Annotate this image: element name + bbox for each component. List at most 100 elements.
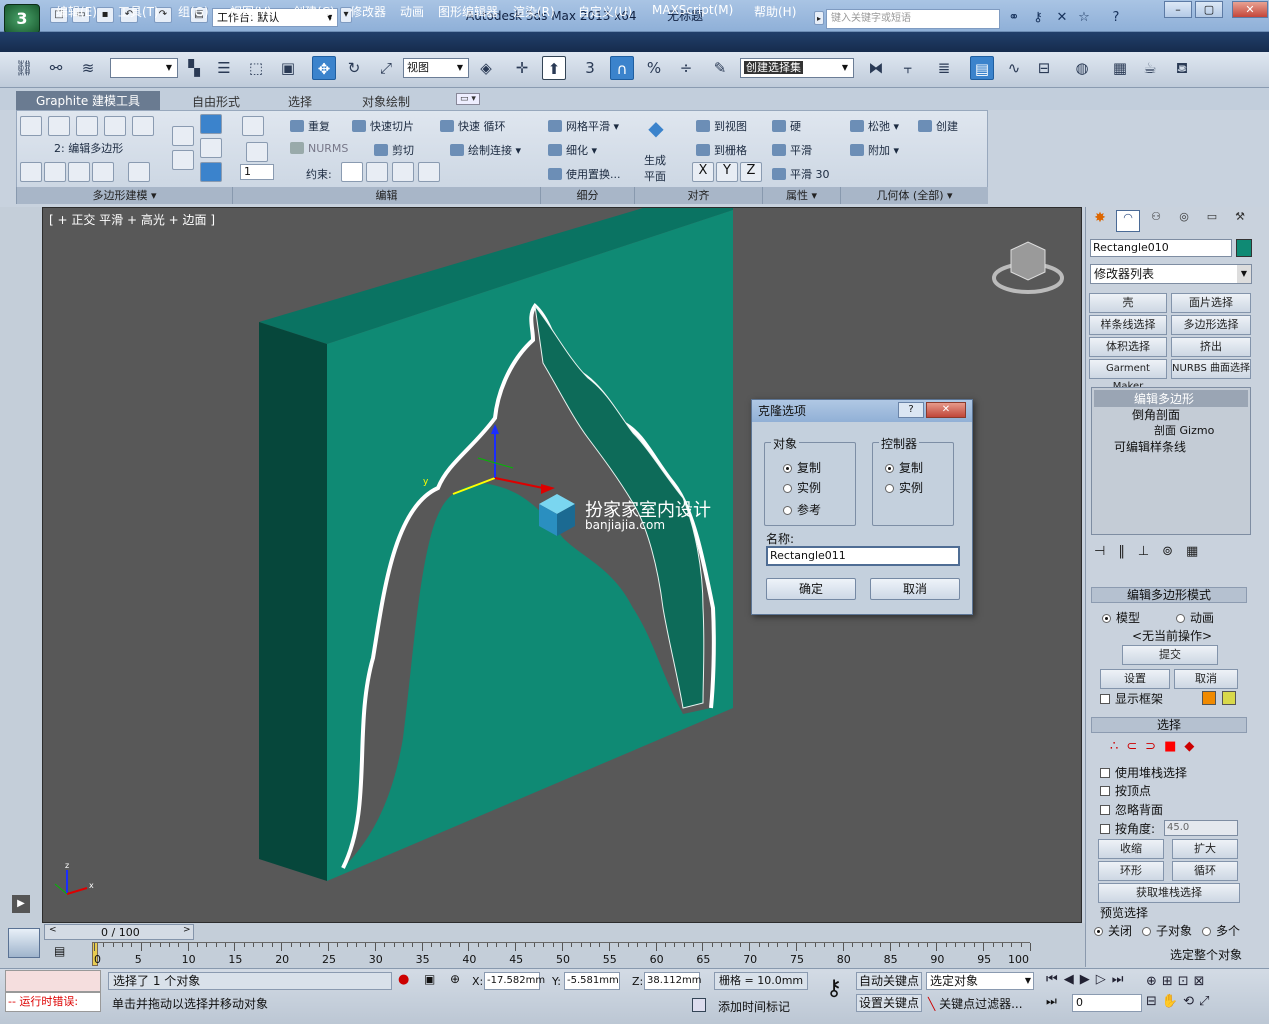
y-coordinate-field[interactable]: -5.581mm (564, 972, 620, 990)
selection-filter-dropdown[interactable]: ▼ (110, 58, 178, 78)
save-file-icon[interactable]: ▪ (96, 7, 114, 23)
dialog-help-button[interactable]: ? (898, 402, 924, 418)
key-filters-button[interactable]: ╲ 关键点过滤器... (928, 996, 1038, 1014)
modify-tab-icon[interactable]: ◠ (1116, 210, 1140, 232)
shrink-button[interactable]: 收缩 (1098, 839, 1164, 859)
edge-mode-icon[interactable] (48, 116, 70, 136)
smooth30-button[interactable]: 平滑 30 (772, 166, 830, 182)
menu-animation[interactable]: 动画 (400, 3, 424, 20)
menu-rendering[interactable]: 渲染(R) (513, 3, 555, 20)
viewport-layout-button[interactable] (8, 928, 40, 958)
layer-manager-icon[interactable]: ≣ (932, 56, 956, 80)
mod-nurbssel-button[interactable]: NURBS 曲面选择 (1171, 359, 1251, 379)
viewport-nav-controls[interactable]: ⊕⊞⊡⊠ ⊟✋⟲⤢ (1146, 972, 1264, 1012)
tessellate-button[interactable]: 细化 ▾ (548, 142, 597, 158)
curve-editor-mini-icon[interactable]: ▤ (54, 944, 70, 962)
edit-named-sets-icon[interactable]: ✎ (708, 56, 732, 80)
cage-color-1[interactable] (1202, 691, 1216, 705)
hierarchy-tab-icon[interactable]: ⚇ (1144, 210, 1168, 232)
menu-modifiers[interactable]: 修改器 (350, 3, 386, 20)
tab-freeform[interactable]: 自由形式 (192, 93, 240, 110)
vertex-mode-icon[interactable] (20, 116, 42, 136)
time-tag-icon[interactable] (692, 998, 706, 1012)
help-icon[interactable]: ? (1108, 10, 1124, 26)
make-planar-icon[interactable]: ◆ (646, 116, 666, 148)
search-input[interactable]: 键入关键字或短语 (826, 9, 1000, 29)
toggle-command-panel-icon[interactable] (128, 162, 150, 182)
grow-button[interactable]: 扩大 (1172, 839, 1238, 859)
constraint-face-icon[interactable] (392, 162, 414, 182)
time-slider-prev[interactable]: < (49, 925, 57, 935)
select-manipulate-icon[interactable]: ✛ (510, 56, 534, 80)
to-grid-button[interactable]: 到栅格 (696, 142, 747, 158)
iterations-spinner[interactable]: 1 (240, 164, 274, 180)
set-key-mode-icon[interactable]: ⚷ (816, 976, 852, 1008)
mod-splineselect-button[interactable]: 样条线选择 (1089, 315, 1167, 335)
cut-button[interactable]: 剪切 (374, 142, 414, 158)
mod-volselect-button[interactable]: 体积选择 (1089, 337, 1167, 357)
prev-modifier-icon[interactable] (20, 162, 42, 182)
minimize-button[interactable]: – (1164, 1, 1192, 18)
tab-object-paint[interactable]: 对象绘制 (362, 93, 410, 110)
select-object-icon[interactable]: ▚ (182, 56, 206, 80)
current-frame-field[interactable]: 0 (1072, 994, 1142, 1012)
lock-icon[interactable]: ▣ (424, 972, 438, 988)
cancel-edit-button[interactable]: 取消 (1174, 669, 1238, 689)
repeat-button[interactable]: 重复 (290, 118, 330, 134)
dialog-ok-button[interactable]: 确定 (766, 578, 856, 600)
display-tab-icon[interactable]: ▭ (1200, 210, 1224, 232)
app-logo-icon[interactable]: 3 (4, 4, 40, 34)
menu-create[interactable]: 创建(C) (293, 3, 335, 20)
radio-animate[interactable]: 动画 (1176, 609, 1214, 626)
by-angle-checkbox[interactable]: 按角度: (1100, 820, 1155, 837)
auto-key-button[interactable]: 自动关键点 (856, 972, 922, 990)
show-end-result-icon[interactable] (68, 162, 90, 182)
render-frame-icon[interactable]: ☕ (1138, 56, 1162, 80)
stack-item-bevelprofile[interactable]: 倒角剖面 (1132, 406, 1180, 423)
angle-snap-icon[interactable]: ∩ (610, 56, 634, 80)
show-cage-checkbox[interactable]: 显示框架 (1100, 690, 1163, 707)
modifier-stack[interactable]: 编辑多边形 倒角剖面 剖面 Gizmo 可编辑样条线 (1091, 387, 1251, 535)
use-softsel-icon[interactable] (200, 114, 222, 134)
stack-tools-row[interactable]: ⊣‖⊥⊚▦ (1094, 544, 1250, 562)
mod-patchselect-button[interactable]: 面片选择 (1171, 293, 1251, 313)
dialog-close-button[interactable]: ✕ (926, 402, 966, 418)
nurms-button[interactable]: NURMS (290, 142, 348, 155)
viewcube-icon[interactable] (992, 241, 1064, 294)
utilities-tab-icon[interactable]: ⚒ (1228, 210, 1252, 232)
attach-button[interactable]: 附加 ▾ (850, 142, 899, 158)
menu-graph-editors[interactable]: 图形编辑器 (438, 3, 498, 20)
menu-tools[interactable]: 工具(T) (118, 3, 159, 20)
preview-multi-radio[interactable]: 多个 (1202, 922, 1240, 939)
star-icon[interactable]: ☆ (1076, 10, 1092, 26)
key-selection-dropdown[interactable]: 选定对象 ▼ (926, 972, 1034, 990)
radio-obj-reference[interactable]: 参考 (783, 501, 821, 518)
mod-shell-button[interactable]: 壳 (1089, 293, 1167, 313)
menu-maxscript[interactable]: MAXScript(M) (652, 3, 733, 17)
use-stack-sel-checkbox[interactable]: 使用堆栈选择 (1100, 764, 1187, 781)
unlink-icon[interactable]: ⚯ (44, 56, 68, 80)
abs-mode-icon[interactable]: ⊕ (450, 972, 466, 988)
create-tab-icon[interactable]: ✸ (1088, 210, 1112, 232)
panel-polygon-modeling[interactable]: 多边形建模 ▾ (16, 187, 232, 204)
schematic-view-icon[interactable]: ⊟ (1032, 56, 1056, 80)
object-name-input[interactable]: Rectangle010 (1090, 239, 1232, 257)
named-selection-dropdown[interactable]: 创建选择集 ▼ (740, 58, 854, 78)
menu-customize[interactable]: 自定义(U) (578, 3, 632, 20)
x-coordinate-field[interactable]: -17.582mm (484, 972, 545, 990)
rect-selection-icon[interactable]: ⬚ (244, 56, 268, 80)
material-editor-icon[interactable]: ◍ (1070, 56, 1094, 80)
quickslice-button[interactable]: 快速切片 (352, 118, 414, 134)
tools-icon[interactable]: ✕ (1054, 10, 1070, 26)
spinner-snap-icon[interactable]: ÷ (674, 56, 698, 80)
rollout-selection[interactable]: 选择 (1091, 717, 1247, 733)
stack-item-gizmo[interactable]: 剖面 Gizmo (1154, 422, 1214, 438)
link-icon[interactable]: ⛓ (12, 56, 36, 80)
object-color-swatch[interactable] (1236, 239, 1252, 257)
smooth-button[interactable]: 平滑 (772, 142, 812, 158)
menu-edit[interactable]: 编辑(E) (56, 3, 97, 20)
ignore-backface-checkbox[interactable]: 忽略背面 (1100, 801, 1163, 818)
z-coordinate-field[interactable]: 38.112mm (644, 972, 701, 990)
graphite-toggle-icon[interactable]: ▤ (970, 56, 994, 80)
plane-label[interactable]: 平面 (644, 168, 666, 184)
